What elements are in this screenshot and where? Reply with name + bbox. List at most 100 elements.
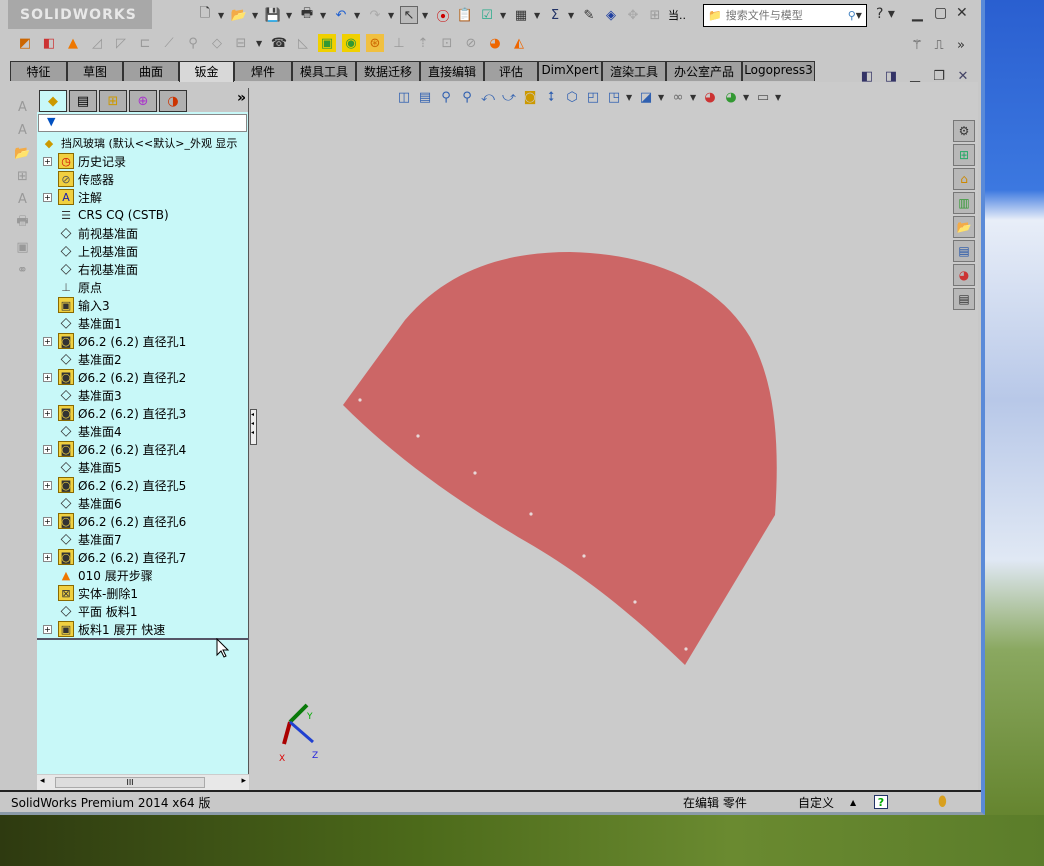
scene-icon[interactable]: ◕ [722, 88, 740, 106]
annotation-icon[interactable]: A [14, 191, 32, 207]
expand-toggle[interactable]: + [43, 444, 52, 454]
tree-item[interactable]: + ◙ Ø6.2 (6.2) 直径孔2 [37, 368, 248, 386]
tree-item[interactable]: ☰ CRS CQ (CSTB) [37, 206, 248, 224]
tab-features[interactable]: 特征 [10, 61, 67, 81]
rip-icon[interactable]: ◕ [486, 34, 504, 52]
measure-icon[interactable]: Σ [546, 6, 564, 24]
tab-mold-tools[interactable]: 模具工具 [292, 61, 356, 81]
featuremanager-tab-icon[interactable]: ◆ [39, 90, 67, 112]
dropdown-arrow[interactable]: ▼ [218, 11, 226, 20]
tab-weldments[interactable]: 焊件 [234, 61, 292, 81]
expand-toggle[interactable]: + [43, 624, 52, 634]
more-icon[interactable]: » [952, 36, 970, 54]
tree-item[interactable]: + ◙ Ø6.2 (6.2) 直径孔7 [37, 548, 248, 566]
jog-icon[interactable]: ⟋ [160, 34, 178, 52]
scroll-thumb[interactable]: III [55, 777, 205, 788]
move-icon[interactable]: ✥ [624, 6, 642, 24]
dropdown-arrow[interactable]: ▼ [658, 93, 666, 102]
dynamic-annotation-icon[interactable]: ◙ [521, 88, 539, 106]
file-explorer-icon[interactable]: ▥ [953, 192, 975, 214]
annotation-icon[interactable]: A [14, 100, 32, 116]
tree-item[interactable]: ◇ 基准面6 [37, 494, 248, 512]
annotation-icon[interactable]: ⊞ [14, 169, 32, 185]
tab-evaluate[interactable]: 评估 [484, 61, 538, 81]
cross-break-icon[interactable]: ◇ [208, 34, 226, 52]
scroll-right-arrow[interactable]: ▸ [241, 776, 246, 786]
appearance-ball-icon[interactable]: ◕ [701, 88, 719, 106]
maximize-button[interactable]: ▢ [934, 5, 947, 21]
folder-icon[interactable]: 📂 [953, 216, 975, 238]
solidworks-resources-icon[interactable]: ⚙ [953, 120, 975, 142]
tree-item[interactable]: + ◷ 历史记录 [37, 152, 248, 170]
insert-bends-icon[interactable]: ◭ [510, 34, 528, 52]
forming-tool-icon[interactable]: ☎ [270, 34, 288, 52]
custom-properties-icon[interactable]: ▤ [953, 288, 975, 310]
options-icon[interactable]: ☑ [478, 6, 496, 24]
tree-item[interactable]: ◇ 平面 板料1 [37, 602, 248, 620]
no-bends-icon[interactable]: ⊘ [462, 34, 480, 52]
appearances-icon[interactable]: ◕ [953, 264, 975, 286]
filter-icon[interactable]: ▼ [47, 115, 55, 128]
apply-scene-icon[interactable]: ◪ [637, 88, 655, 106]
tree-item[interactable]: + A 注解 [37, 188, 248, 206]
dropdown-arrow[interactable]: ▼ [534, 11, 542, 20]
edit-appearance-icon[interactable]: ◳ [605, 88, 623, 106]
tree-item[interactable]: ◇ 基准面2 [37, 350, 248, 368]
expand-toggle[interactable]: + [43, 336, 52, 346]
tab-direct-editing[interactable]: 直接编辑 [420, 61, 484, 81]
lofted-bend-icon[interactable]: ▲ [64, 34, 82, 52]
display-style-icon[interactable]: ⬡ [563, 88, 581, 106]
new-icon[interactable]: 🗋 [196, 6, 214, 24]
help-icon[interactable]: ? ▾ [876, 6, 895, 22]
print-icon[interactable]: 🖶 [298, 6, 316, 24]
tree-item[interactable]: ▣ 输入3 [37, 296, 248, 314]
align-icon[interactable]: ⊞ [646, 6, 664, 24]
tree-item[interactable]: ⊘ 传感器 [37, 170, 248, 188]
unfold-icon[interactable]: ⊥ [390, 34, 408, 52]
tab-sheet-metal[interactable]: 钣金 [179, 61, 234, 82]
table-icon[interactable]: ▦ [512, 6, 530, 24]
rebuild-icon[interactable]: ⦿ [434, 6, 452, 25]
open-icon[interactable]: 📂 [230, 6, 248, 24]
model-canvas[interactable]: Y X Z [250, 82, 978, 790]
convert-icon[interactable]: ◧ [40, 34, 58, 52]
link-icon[interactable]: ⚭ [14, 262, 32, 278]
dropdown-arrow[interactable]: ▼ [568, 11, 576, 20]
tree-item[interactable]: + ◙ Ø6.2 (6.2) 直径孔3 [37, 404, 248, 422]
tree-item[interactable]: + ◙ Ø6.2 (6.2) 直径孔4 [37, 440, 248, 458]
units-selector[interactable]: 自定义 [798, 794, 850, 811]
search-icon[interactable]: ⚲ [848, 9, 856, 22]
expand-toggle[interactable]: + [43, 552, 52, 562]
miter-flange-icon[interactable]: ◸ [112, 34, 130, 52]
previous-view-icon[interactable]: ⤺ [479, 88, 497, 106]
dropdown-arrow[interactable]: ▼ [256, 39, 264, 48]
more-tabs-button[interactable]: » [237, 90, 246, 112]
propertymanager-tab-icon[interactable]: ▤ [69, 90, 97, 112]
dropdown-arrow[interactable]: ▼ [252, 11, 260, 20]
tab-render-tools[interactable]: 渲染工具 [602, 61, 666, 81]
dropdown-arrow[interactable]: ▼ [626, 93, 634, 102]
extruded-cut-icon[interactable]: ▣ [318, 34, 336, 52]
tab-logopress3[interactable]: Logopress3 [742, 61, 815, 81]
tree-item[interactable]: ◇ 基准面4 [37, 422, 248, 440]
pipe-icon[interactable]: ⎍ [930, 36, 948, 54]
minimize-button[interactable]: ▁ [912, 6, 923, 22]
view-settings-icon[interactable]: ∞ [669, 88, 687, 106]
open-folder-icon[interactable]: 📂 [14, 146, 32, 162]
search-dropdown[interactable]: ▼ [856, 11, 864, 20]
search-input[interactable] [725, 9, 826, 22]
hide-show-icon[interactable]: ◰ [584, 88, 602, 106]
fold-icon[interactable]: ⇡ [414, 34, 432, 52]
vent-icon[interactable]: ⊛ [366, 34, 384, 52]
expand-toggle[interactable]: + [43, 156, 52, 166]
split-view-icon[interactable]: ▤ [416, 88, 434, 106]
tree-filter[interactable]: ▼ [38, 114, 247, 132]
tree-root[interactable]: ◆ 挡风玻璃 (默认<<默认>_外观 显示 [37, 134, 248, 152]
view-orientation-icon[interactable]: ⭥ [542, 88, 560, 106]
print-icon[interactable]: 🖶 [14, 214, 32, 232]
undo-icon[interactable]: ↶ [332, 6, 350, 24]
tree-item[interactable]: ◇ 右视基准面 [37, 260, 248, 278]
tree-item[interactable]: + ◙ Ø6.2 (6.2) 直径孔5 [37, 476, 248, 494]
section-view-icon[interactable]: ⤻ [500, 88, 518, 106]
tree-item[interactable]: ◇ 基准面7 [37, 530, 248, 548]
